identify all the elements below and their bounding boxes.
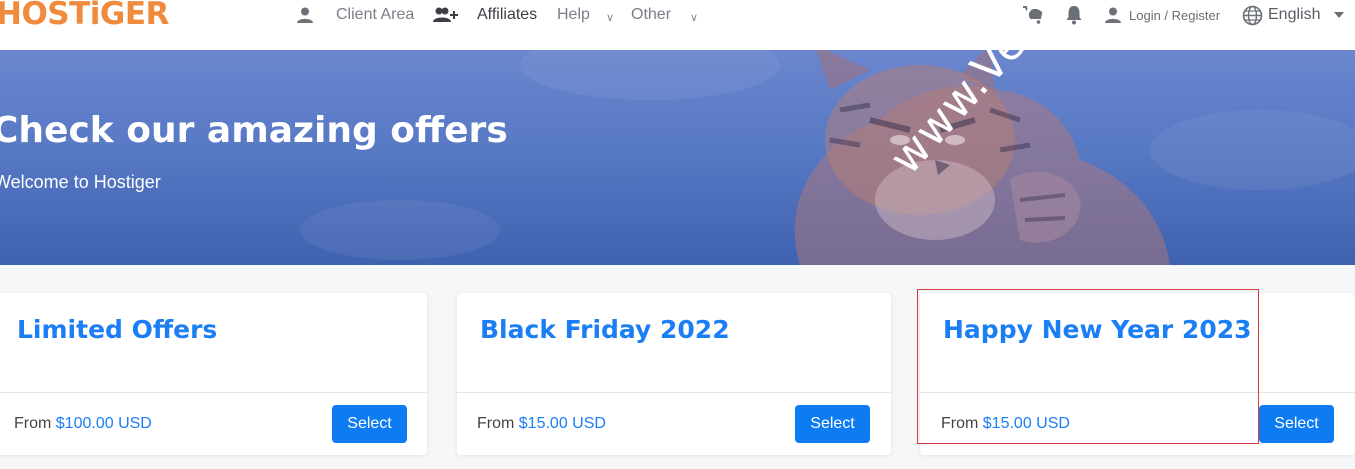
chevron-down-icon: ∨ [690, 6, 698, 28]
login-register-link[interactable]: Login / Register [1129, 4, 1220, 26]
top-header: HOSTiGER Client Area Affiliates Help ∨ O… [0, 0, 1355, 50]
other-chevron: ∨ [690, 11, 699, 24]
price-amount: $15.00 USD [518, 415, 606, 432]
price-amount: $100.00 USD [55, 415, 152, 432]
price-amount: $15.00 USD [982, 415, 1070, 432]
price-from-label: From [941, 415, 979, 432]
select-button[interactable]: Select [1259, 405, 1334, 443]
card-divider [457, 392, 891, 393]
offer-card-price: From $15.00 USD [477, 415, 606, 433]
price-from-label: From [14, 415, 52, 432]
offer-card-title[interactable]: Limited Offers [17, 315, 217, 344]
card-divider [0, 392, 427, 393]
nav-other[interactable]: Other [631, 4, 671, 26]
offer-card-title[interactable]: Black Friday 2022 [480, 315, 730, 344]
help-chevron: ∨ [606, 11, 615, 24]
offer-card-limited: Limited Offers From $100.00 USD Select [0, 293, 427, 455]
select-button[interactable]: Select [332, 405, 407, 443]
hostiger-logo[interactable]: HOSTiGER [0, 0, 169, 32]
nav-help-label: Help [557, 6, 590, 23]
hero-subtitle: Welcome to Hostiger [0, 172, 161, 192]
caret-down-icon [1334, 4, 1344, 26]
price-from-label: From [477, 415, 515, 432]
user-plus-icon [433, 4, 459, 26]
nav-help[interactable]: Help [557, 4, 590, 26]
offer-card-black-friday: Black Friday 2022 From $15.00 USD Select [457, 293, 891, 455]
user-icon [1104, 4, 1122, 26]
hero-title: Check our amazing offers [0, 110, 508, 151]
nav-other-label: Other [631, 6, 672, 23]
client-area-icon [296, 4, 314, 26]
offer-card-title[interactable]: Happy New Year 2023 [943, 315, 1252, 344]
select-button[interactable]: Select [795, 405, 870, 443]
offer-card-new-year: Happy New Year 2023 From $15.00 USD Sele… [920, 293, 1355, 455]
nav-affiliates[interactable]: Affiliates [477, 4, 537, 26]
nav-client-area[interactable]: Client Area [336, 4, 414, 26]
card-divider [920, 392, 1355, 393]
hero-banner: Check our amazing offers Welcome to Host… [0, 50, 1355, 265]
globe-icon [1242, 4, 1263, 26]
language-selector[interactable]: English [1268, 4, 1320, 26]
offer-card-price: From $100.00 USD [14, 415, 152, 433]
offer-card-price: From $15.00 USD [941, 415, 1070, 433]
chevron-down-icon: ∨ [606, 6, 614, 28]
